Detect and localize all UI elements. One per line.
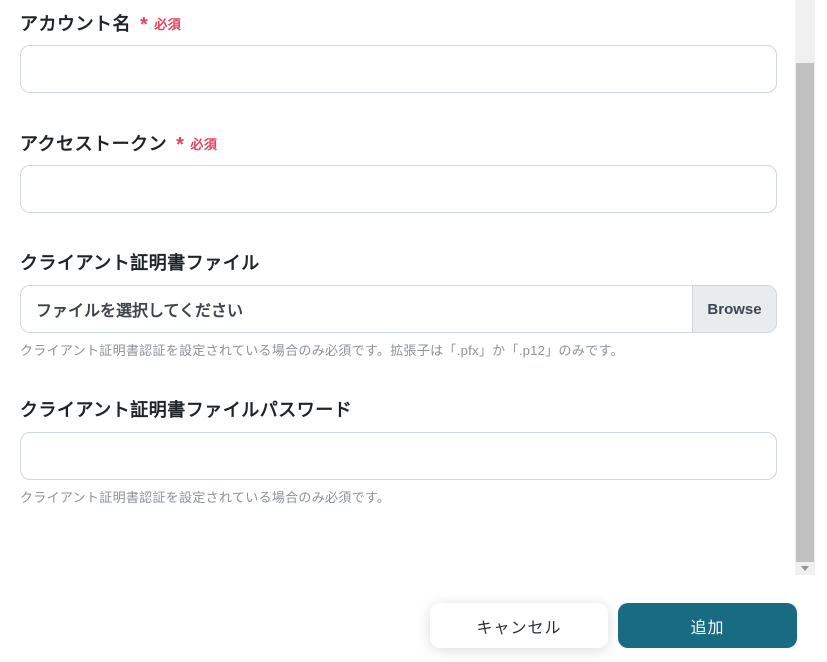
account-form-modal: アカウント名 * 必須 アクセストークン * 必須 クライアント証明書ファイル …: [0, 0, 827, 662]
account-name-label-text: アカウント名: [20, 14, 131, 34]
required-asterisk-icon: *: [176, 134, 185, 156]
client-cert-file-label-text: クライアント証明書ファイル: [20, 253, 260, 273]
client-cert-password-label-text: クライアント証明書ファイルパスワード: [20, 400, 353, 420]
scrollbar[interactable]: [795, 0, 815, 575]
browse-button[interactable]: Browse: [692, 286, 776, 332]
account-name-input[interactable]: [20, 45, 777, 93]
required-badge: 必須: [190, 136, 218, 152]
access-token-input[interactable]: [20, 165, 777, 213]
client-cert-password-helper: クライアント証明書認証を設定されている場合のみ必須です。: [20, 490, 391, 505]
client-cert-file-input[interactable]: ファイルを選択してください Browse: [20, 285, 777, 333]
cancel-button[interactable]: キャンセル: [430, 603, 608, 648]
client-cert-password-input[interactable]: [20, 432, 777, 480]
scroll-down-arrow-icon[interactable]: [801, 566, 809, 571]
client-cert-file-label: クライアント証明書ファイル: [20, 249, 260, 275]
client-cert-file-helper: クライアント証明書認証を設定されている場合のみ必須です。拡張子は「.pfx」か「…: [20, 343, 624, 358]
access-token-label: アクセストークン * 必須: [20, 130, 217, 156]
required-badge: 必須: [154, 16, 182, 32]
required-asterisk-icon: *: [140, 14, 149, 36]
client-cert-password-label: クライアント証明書ファイルパスワード: [20, 396, 352, 422]
account-name-label: アカウント名 * 必須: [20, 10, 181, 36]
add-button[interactable]: 追加: [618, 603, 797, 648]
file-input-placeholder[interactable]: ファイルを選択してください: [21, 286, 692, 332]
scrollbar-thumb[interactable]: [796, 63, 814, 562]
access-token-label-text: アクセストークン: [20, 134, 168, 154]
